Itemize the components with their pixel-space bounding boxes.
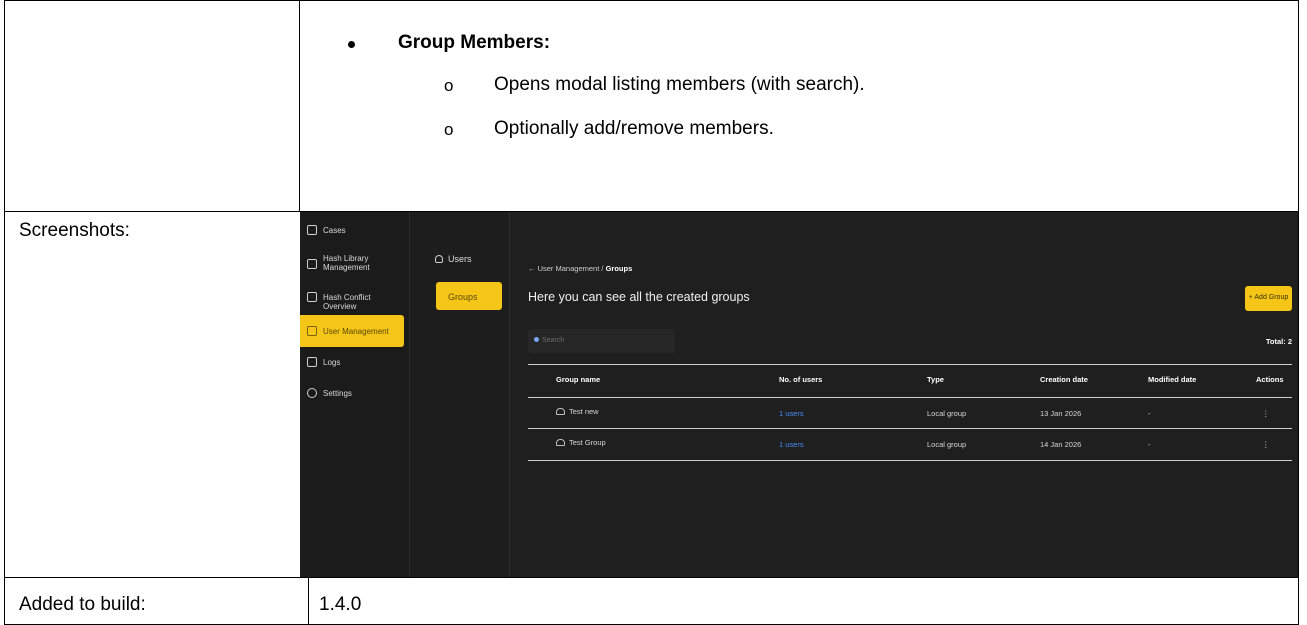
sub-bullet-text: Opens modal listing members (with search…	[494, 74, 865, 95]
library-icon	[307, 259, 317, 269]
group-icon	[556, 439, 565, 446]
search-placeholder: Search	[542, 337, 565, 344]
user-count-link[interactable]: 1 users	[779, 440, 804, 449]
subnav-users-label: Users	[448, 254, 472, 264]
creation-date: 13 Jan 2026	[1040, 409, 1082, 418]
group-name: Test Group	[569, 438, 606, 447]
sidebar-item-label: Hash Library Management	[323, 254, 370, 272]
breadcrumb-parent[interactable]: User Management	[538, 264, 600, 273]
sidebar-item-label: Cases	[323, 226, 346, 235]
user-icon	[435, 255, 443, 263]
group-type: Local group	[927, 409, 967, 418]
column-header[interactable]: Group name	[556, 375, 600, 384]
modified-date: -	[1148, 409, 1151, 418]
sidebar-item-hash-conflict[interactable]: Hash Conflict Overview	[300, 292, 404, 311]
column-divider	[308, 577, 309, 625]
search-icon	[534, 337, 539, 342]
column-header[interactable]: Creation date	[1040, 375, 1088, 384]
groups-page: ← User Management / Groups Here you can …	[510, 212, 1298, 577]
conflict-icon	[307, 292, 317, 302]
sidebar-item-label: User Management	[323, 327, 389, 336]
table-row: Test new	[556, 407, 599, 416]
back-arrow-icon[interactable]: ←	[528, 264, 536, 273]
subnav-groups[interactable]: Groups	[436, 282, 502, 310]
sidebar-item-settings[interactable]: Settings	[300, 388, 404, 402]
sidebar-item-label: Hash Conflict Overview	[323, 293, 371, 311]
search-input[interactable]: Search	[528, 329, 675, 353]
screenshots-label: Screenshots:	[19, 220, 130, 241]
group-icon	[556, 408, 565, 415]
folder-icon	[307, 225, 317, 235]
group-name: Test new	[569, 407, 599, 416]
bullet-title: Group Members:	[398, 32, 551, 53]
column-header[interactable]: No. of users	[779, 375, 822, 384]
sidebar-item-logs[interactable]: Logs	[300, 357, 404, 371]
row-divider	[4, 577, 1299, 578]
user-icon	[307, 326, 317, 336]
subnav-users[interactable]: Users	[435, 254, 472, 264]
app-screenshot: Cases Hash Library Management Hash Confl…	[300, 212, 1298, 577]
user-count-link[interactable]: 1 users	[779, 409, 804, 418]
sub-bullet-marker: o	[444, 76, 454, 95]
sub-bullet-text: Optionally add/remove members.	[494, 118, 774, 139]
column-divider	[299, 0, 300, 212]
gear-icon	[307, 388, 317, 398]
build-version: 1.4.0	[319, 594, 362, 615]
sidebar-item-cases[interactable]: Cases	[300, 225, 404, 239]
bullet-dot-icon	[348, 41, 355, 48]
column-header[interactable]: Type	[927, 375, 944, 384]
file-icon	[307, 357, 317, 367]
breadcrumb-separator: /	[601, 264, 604, 273]
breadcrumb: ← User Management / Groups	[528, 264, 632, 273]
add-group-button[interactable]: + Add Group	[1245, 286, 1292, 311]
app-sidebar: Cases Hash Library Management Hash Confl…	[300, 212, 410, 577]
breadcrumb-current: Groups	[605, 264, 633, 273]
row-actions-menu-icon[interactable]: ⋮	[1262, 440, 1270, 449]
row-actions-menu-icon[interactable]: ⋮	[1262, 409, 1270, 418]
table-divider	[528, 428, 1292, 429]
group-type: Local group	[927, 440, 967, 449]
column-header: Actions	[1256, 375, 1284, 384]
total-count: Total: 2	[1265, 337, 1292, 346]
modified-date: -	[1148, 440, 1151, 449]
page-title: Here you can see all the created groups	[528, 290, 750, 304]
subnav-groups-label: Groups	[448, 292, 478, 302]
table-divider	[528, 460, 1292, 461]
added-to-build-label: Added to build:	[19, 594, 146, 615]
table-row: Test Group	[556, 438, 606, 447]
table-border-left	[4, 0, 5, 625]
sub-bullet-marker: o	[444, 120, 454, 139]
sidebar-item-user-management[interactable]: User Management	[300, 315, 404, 347]
sidebar-item-label: Settings	[323, 389, 352, 398]
user-management-subnav: Users Groups	[410, 212, 510, 577]
column-header[interactable]: Modified date	[1148, 375, 1196, 384]
creation-date: 14 Jan 2026	[1040, 440, 1082, 449]
table-border-right	[1298, 0, 1299, 625]
table-divider	[528, 397, 1292, 398]
sidebar-item-hash-library[interactable]: Hash Library Management	[300, 253, 404, 275]
sidebar-item-label: Logs	[323, 358, 341, 367]
table-border-top	[4, 0, 1299, 1]
table-divider	[528, 364, 1292, 365]
